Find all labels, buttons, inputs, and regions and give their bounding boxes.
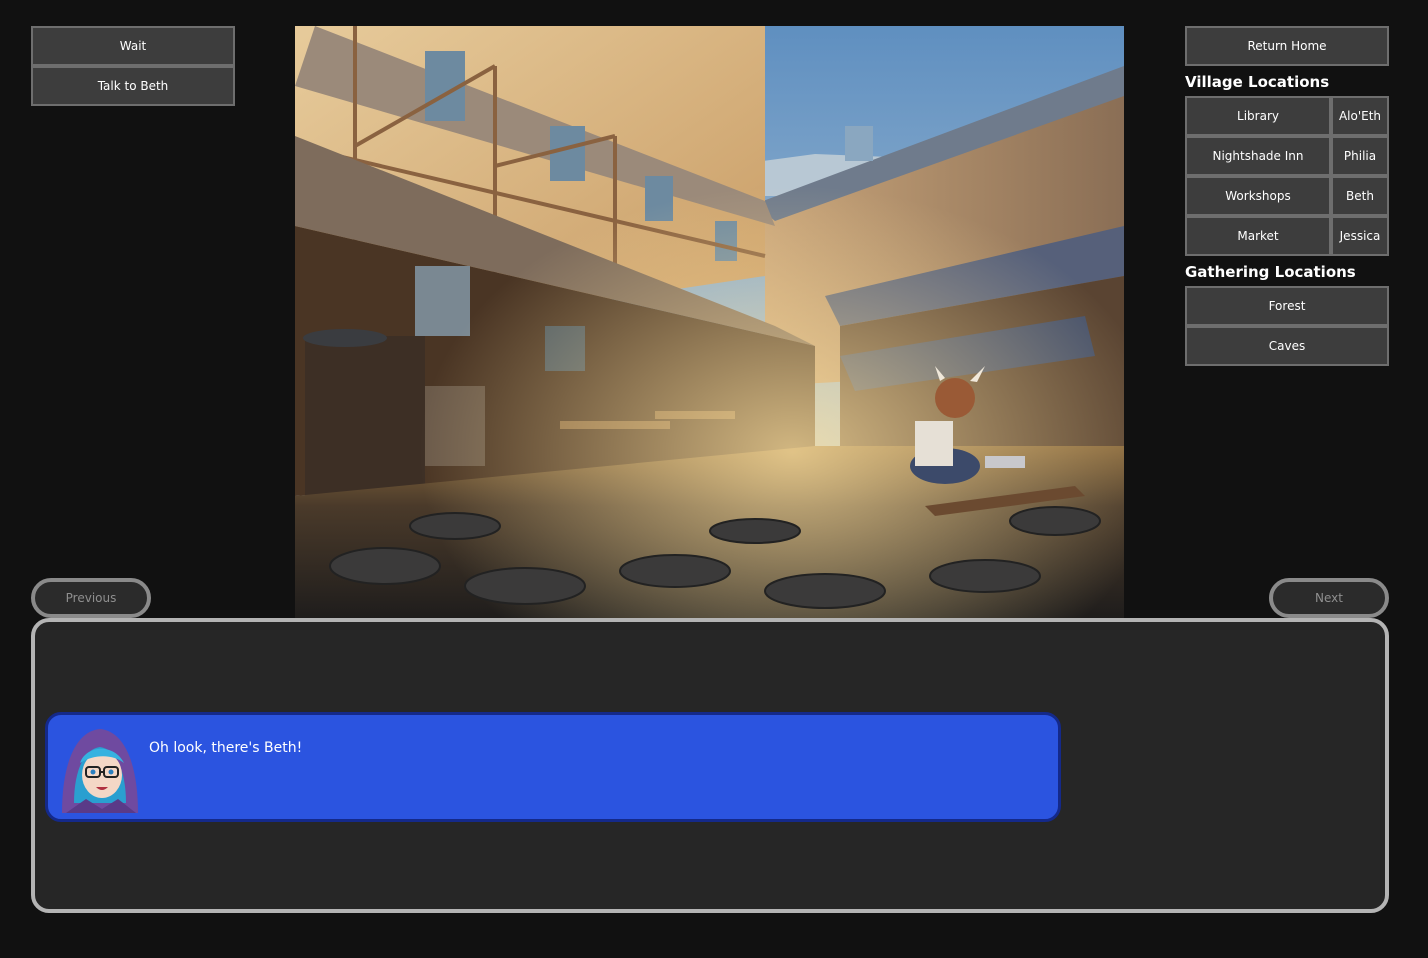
npc-aloeth-button[interactable]: Alo'Eth	[1331, 96, 1389, 136]
speaker-portrait	[56, 723, 144, 813]
dialogue-text: Oh look, there's Beth!	[149, 740, 303, 756]
wait-button[interactable]: Wait	[31, 26, 235, 66]
gathering-locations-title: Gathering Locations	[1185, 263, 1356, 281]
speech-bubble[interactable]: Oh look, there's Beth!	[45, 712, 1061, 822]
return-home-button[interactable]: Return Home	[1185, 26, 1389, 66]
location-forest-button[interactable]: Forest	[1185, 286, 1389, 326]
next-button[interactable]: Next	[1269, 578, 1389, 618]
npc-philia-button[interactable]: Philia	[1331, 136, 1389, 176]
npc-beth-button[interactable]: Beth	[1331, 176, 1389, 216]
location-workshops-button[interactable]: Workshops	[1185, 176, 1331, 216]
location-market-button[interactable]: Market	[1185, 216, 1331, 256]
village-locations-title: Village Locations	[1185, 73, 1330, 91]
dialogue-panel: Oh look, there's Beth!	[31, 618, 1389, 913]
location-caves-button[interactable]: Caves	[1185, 326, 1389, 366]
location-nightshade-inn-button[interactable]: Nightshade Inn	[1185, 136, 1331, 176]
location-library-button[interactable]: Library	[1185, 96, 1331, 136]
npc-jessica-button[interactable]: Jessica	[1331, 216, 1389, 256]
talk-to-beth-button[interactable]: Talk to Beth	[31, 66, 235, 106]
previous-button[interactable]: Previous	[31, 578, 151, 618]
scene-image	[295, 26, 1124, 618]
